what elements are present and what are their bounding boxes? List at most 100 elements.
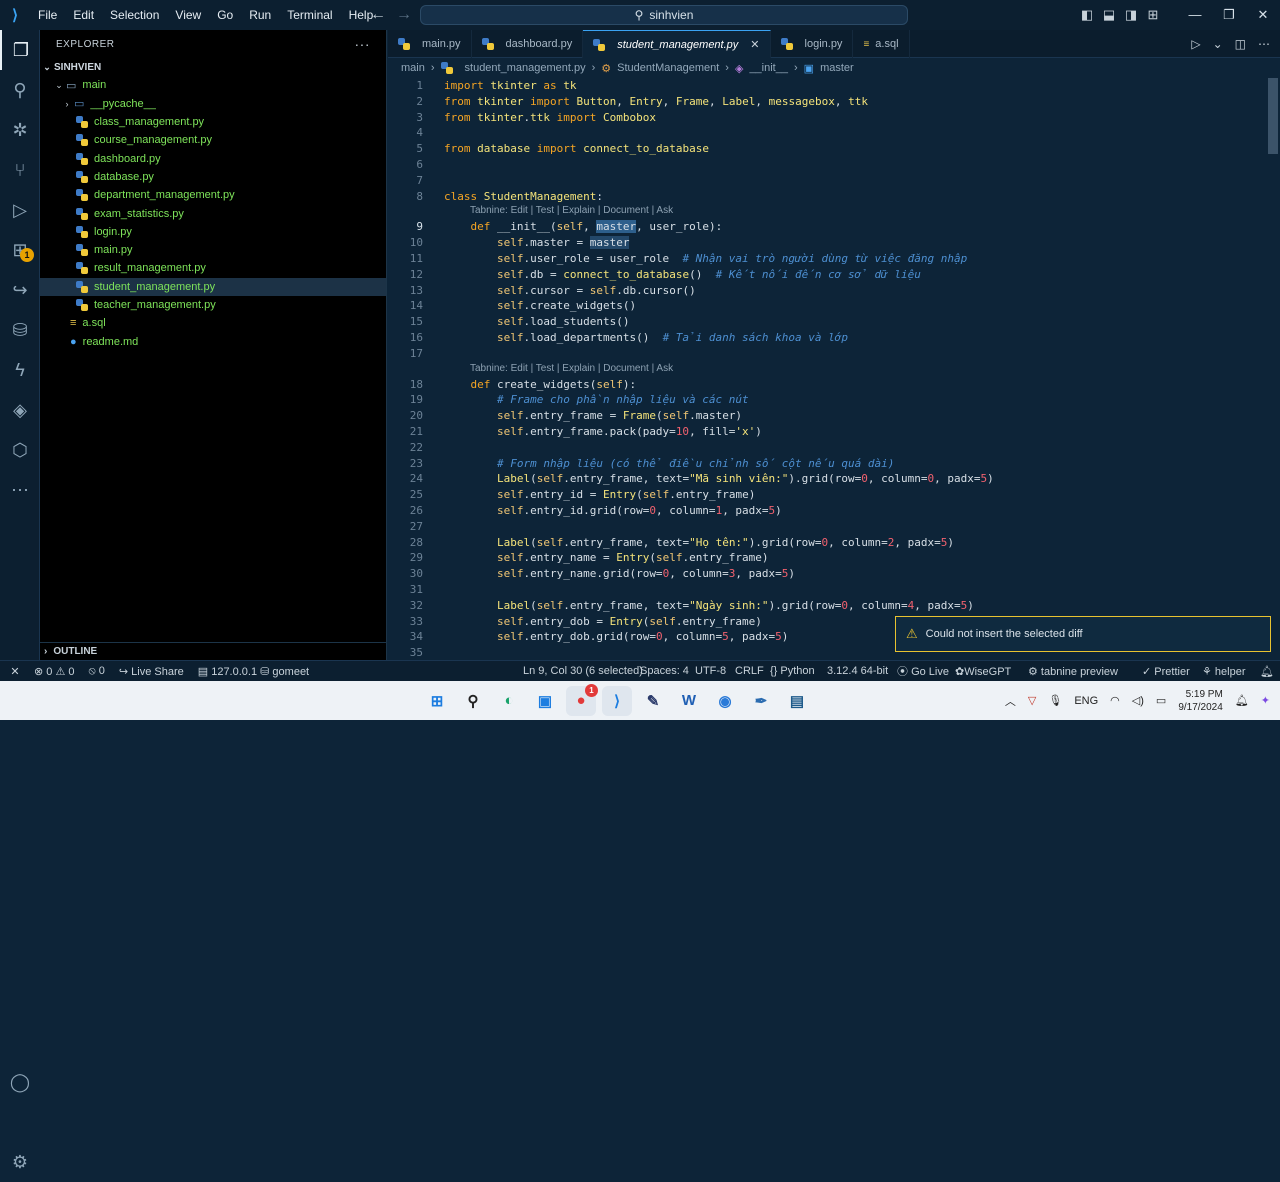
problems-indicator[interactable]: ⊗ 0 ⚠ 0 — [34, 665, 75, 678]
code-line[interactable]: self.entry_frame.pack(pady=10, fill='x') — [444, 425, 762, 438]
file-item[interactable]: ● readme.md — [40, 332, 386, 350]
copilot-icon[interactable]: ✦ — [1261, 694, 1270, 707]
live-share-button[interactable]: ↪ Live Share — [119, 665, 184, 678]
store-icon[interactable]: ▣ — [530, 686, 560, 716]
indentation[interactable]: Spaces: 4 — [640, 665, 689, 677]
file-item[interactable]: exam_statistics.py — [40, 204, 386, 222]
windows-start-icon[interactable]: ⊞ — [422, 686, 452, 716]
chevron-down-icon[interactable]: ⌄ — [1213, 37, 1223, 51]
file-item[interactable]: student_management.py — [40, 277, 386, 296]
layers-icon[interactable]: ◈ — [0, 390, 40, 430]
helper-button[interactable]: ⚘ helper — [1202, 665, 1246, 678]
word-icon[interactable]: W — [674, 686, 704, 716]
code-line[interactable]: self.entry_dob = Entry(self.entry_frame) — [444, 615, 762, 628]
toggle-secondary-sidebar-icon[interactable]: ◨ — [1120, 7, 1142, 23]
edge-browser-icon[interactable]: ◐ — [494, 686, 524, 716]
code-line[interactable]: self.db = connect_to_database() # Kết nố… — [444, 268, 921, 281]
file-item[interactable]: ≡ a.sql — [40, 314, 386, 332]
file-item[interactable]: main.py — [40, 241, 386, 259]
breadcrumb-item[interactable]: main — [401, 62, 425, 74]
menu-go[interactable]: Go — [209, 0, 241, 30]
hexagon-icon[interactable]: ⬡ — [0, 430, 40, 470]
lightning-icon[interactable]: ϟ — [0, 350, 40, 390]
vscode-taskbar-icon[interactable]: ⟩ — [602, 685, 632, 716]
clock[interactable]: 5:19 PM 9/17/2024 — [1178, 688, 1223, 714]
file-item[interactable]: teacher_management.py — [40, 296, 386, 314]
code-line[interactable]: from tkinter.ttk import Combobox — [444, 111, 656, 124]
window-app-icon[interactable]: ▤ — [782, 686, 812, 716]
more-actions-icon[interactable]: ⋯ — [1258, 37, 1270, 51]
wisegpt-button[interactable]: ✿WiseGPT — [955, 665, 1011, 678]
restore-icon[interactable]: ❐ — [1212, 7, 1246, 23]
code-line[interactable]: from tkinter import Button, Entry, Frame… — [444, 95, 868, 108]
minimize-icon[interactable]: — — [1178, 7, 1212, 23]
tabnine-codelens[interactable]: Tabnine: Edit | Test | Explain | Documen… — [470, 205, 673, 216]
toggle-panel-icon[interactable]: ⬓ — [1098, 7, 1120, 23]
code-line[interactable]: Label(self.entry_frame, text="Ngày sinh:… — [444, 599, 974, 612]
code-line[interactable]: def __init__(self, master, user_role): — [444, 220, 722, 234]
command-center-search[interactable]: ⚲ sinhvien — [420, 5, 908, 25]
run-debug-icon[interactable]: ▷ — [0, 190, 40, 230]
extensions-icon[interactable]: ⊞ 1 — [0, 230, 40, 270]
split-editor-icon[interactable]: ◫ — [1235, 37, 1246, 51]
language-indicator[interactable]: ENG — [1074, 695, 1098, 707]
explorer-icon[interactable]: ❐ — [0, 30, 40, 70]
code-line[interactable]: class StudentManagement: — [444, 190, 603, 203]
code-line[interactable]: self.load_departments() # Tải danh sách … — [444, 331, 848, 344]
bell-icon[interactable]: 🔔︎ — [1260, 665, 1274, 678]
code-line[interactable]: self.user_role = user_role # Nhận vai tr… — [444, 252, 967, 265]
outline-section[interactable]: › OUTLINE — [40, 642, 387, 660]
source-control-icon[interactable]: ⑂ — [0, 150, 40, 190]
database-icon[interactable]: ⛁ — [0, 310, 40, 350]
back-arrow-icon[interactable]: ← — [370, 6, 386, 24]
interpreter[interactable]: 3.12.4 64-bit — [827, 665, 888, 677]
notification-bell-icon[interactable]: 🔔︎ — [1235, 694, 1249, 707]
menu-view[interactable]: View — [167, 0, 209, 30]
tray-app-icon[interactable]: ▽ — [1028, 694, 1036, 707]
toggle-sidebar-icon[interactable]: ◧ — [1076, 7, 1098, 23]
ports-indicator[interactable]: ⦸ 0 — [89, 665, 105, 678]
file-item[interactable]: course_management.py — [40, 131, 386, 149]
menu-terminal[interactable]: Terminal — [279, 0, 340, 30]
tab-main[interactable]: main.py — [388, 30, 472, 58]
more-icon[interactable]: ⋯ — [0, 470, 40, 510]
encoding[interactable]: UTF-8 — [695, 665, 726, 677]
app-icon[interactable]: ✎ — [638, 686, 668, 716]
search-icon[interactable]: ⚲ — [458, 686, 488, 716]
code-line[interactable]: self.entry_name.grid(row=0, column=3, pa… — [444, 567, 795, 580]
live-share-icon[interactable]: ↪ — [0, 270, 40, 310]
code-line[interactable]: self.entry_id = Entry(self.entry_frame) — [444, 488, 755, 501]
remote-icon[interactable]: ✕ — [0, 665, 30, 678]
search-view-icon[interactable]: ⚲ — [0, 70, 40, 110]
prettier-button[interactable]: ✓ Prettier — [1142, 665, 1190, 678]
tabnine-codelens[interactable]: Tabnine: Edit | Test | Explain | Documen… — [470, 363, 673, 374]
breadcrumb-item[interactable]: student_management.py — [465, 62, 586, 74]
run-icon[interactable]: ▷ — [1191, 37, 1200, 51]
close-icon[interactable]: ✕ — [1246, 7, 1280, 23]
code-line[interactable]: Label(self.entry_frame, text="Mã sinh vi… — [444, 472, 994, 485]
chat-app-icon[interactable]: ◉ — [710, 686, 740, 716]
tab-a-sql[interactable]: ≡ a.sql — [853, 30, 910, 58]
tab-dashboard[interactable]: dashboard.py — [472, 30, 584, 58]
tabnine-button[interactable]: ⚙ tabnine preview — [1028, 665, 1118, 678]
microphone-icon[interactable]: 🎙︎ — [1048, 694, 1062, 707]
code-line[interactable]: self.load_students() — [444, 315, 629, 328]
explorer-more-icon[interactable]: ··· — [355, 36, 371, 52]
tool-app-icon[interactable]: ✒ — [746, 686, 776, 716]
cursor-position[interactable]: Ln 9, Col 30 (6 selected) — [523, 665, 643, 677]
file-item[interactable]: result_management.py — [40, 259, 386, 277]
breadcrumb-item[interactable]: StudentManagement — [617, 62, 719, 74]
line-ending[interactable]: CRLF — [735, 665, 764, 677]
breadcrumb-item[interactable]: master — [820, 62, 854, 74]
workspace-root[interactable]: ⌄ SINHVIEN — [40, 58, 386, 76]
battery-icon[interactable]: ▭ — [1156, 694, 1166, 707]
tab-student-management[interactable]: student_management.py ✕ — [583, 30, 771, 58]
tab-login[interactable]: login.py — [771, 30, 854, 58]
extension-gear-icon[interactable]: ✲ — [0, 110, 40, 150]
menu-selection[interactable]: Selection — [102, 0, 167, 30]
notification-toast[interactable]: ⚠ Could not insert the selected diff — [895, 616, 1271, 652]
menu-run[interactable]: Run — [241, 0, 279, 30]
code-line[interactable]: import tkinter as tk — [444, 79, 576, 92]
menu-file[interactable]: File — [30, 0, 65, 30]
code-line[interactable]: self.entry_name = Entry(self.entry_frame… — [444, 551, 769, 564]
